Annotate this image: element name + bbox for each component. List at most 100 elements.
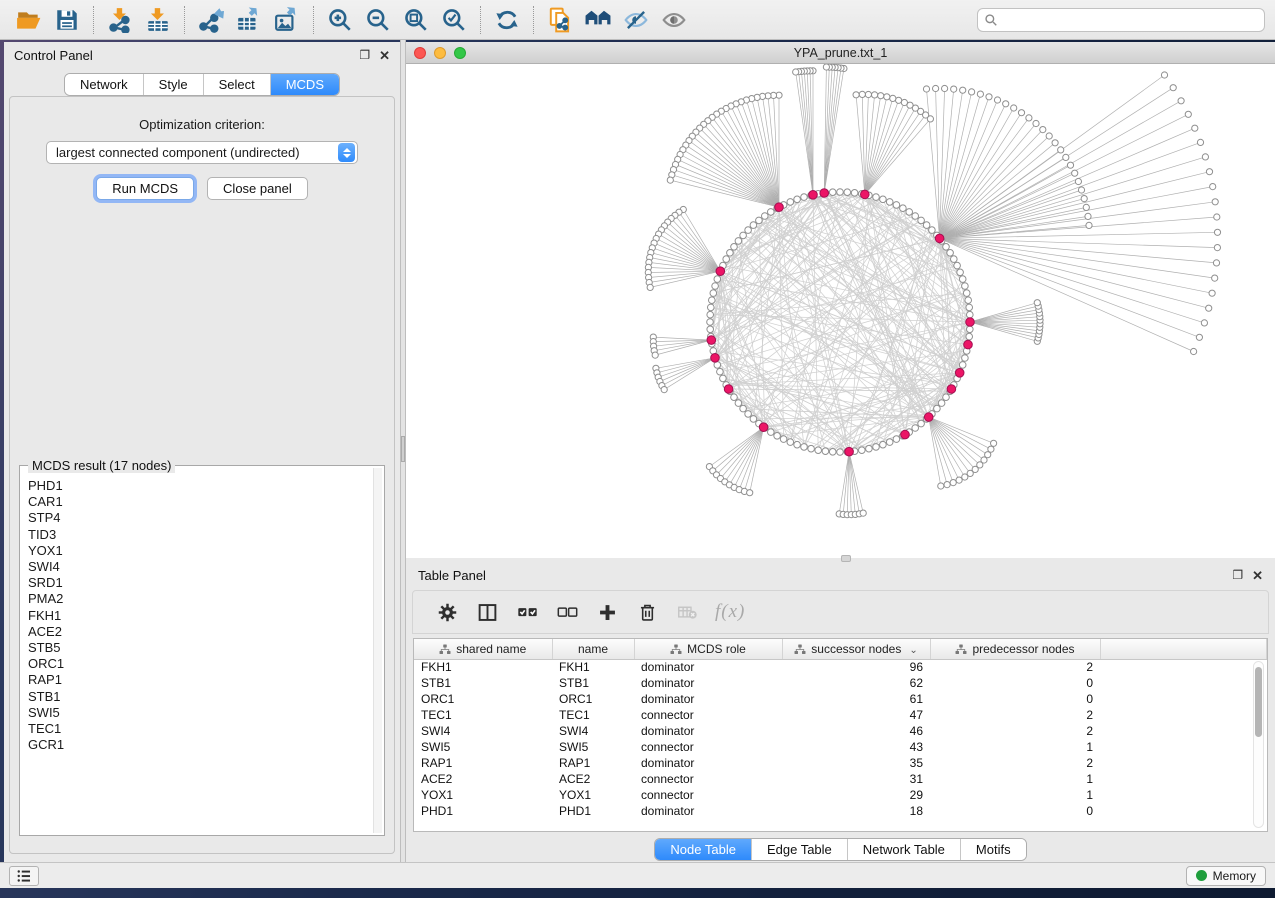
tab-network[interactable]: Network — [65, 74, 144, 95]
mcds-result-item[interactable]: GCR1 — [28, 737, 372, 753]
mcds-result-scrollbar[interactable] — [373, 468, 382, 833]
table-cell[interactable]: 35 — [782, 755, 930, 771]
tab-select[interactable]: Select — [204, 74, 271, 95]
zoom-fit-button[interactable] — [397, 3, 435, 37]
table-cell[interactable]: 61 — [782, 691, 930, 707]
table-cell[interactable]: 2 — [930, 707, 1100, 723]
horizontal-splitter-grip[interactable] — [841, 555, 851, 562]
table-cell[interactable]: STB1 — [552, 675, 634, 691]
first-neighbors-button[interactable] — [579, 3, 617, 37]
mcds-result-item[interactable]: YOX1 — [28, 543, 372, 559]
table-cell[interactable]: 31 — [782, 771, 930, 787]
split-panel-button[interactable] — [475, 600, 499, 624]
criterion-select[interactable]: largest connected component (undirected) — [46, 141, 358, 164]
mcds-result-item[interactable]: TID3 — [28, 527, 372, 543]
float-table-panel-icon[interactable]: ❐ — [1232, 569, 1243, 582]
table-cell[interactable]: 18 — [782, 803, 930, 819]
table-row[interactable]: SWI5SWI5connector431 — [414, 739, 1267, 755]
table-cell[interactable]: connector — [634, 707, 782, 723]
table-cell[interactable]: 2 — [930, 659, 1100, 675]
table-cell[interactable]: 1 — [930, 787, 1100, 803]
import-table-button[interactable] — [139, 3, 177, 37]
table-cell[interactable]: FKH1 — [552, 659, 634, 675]
tab-motifs[interactable]: Motifs — [961, 839, 1026, 860]
table-settings-button[interactable] — [435, 600, 459, 624]
network-view[interactable] — [406, 64, 1275, 558]
table-cell[interactable]: connector — [634, 771, 782, 787]
table-row[interactable]: RAP1RAP1dominator352 — [414, 755, 1267, 771]
task-history-button[interactable] — [9, 866, 39, 886]
table-row[interactable]: PHD1PHD1dominator180 — [414, 803, 1267, 819]
table-cell[interactable]: 0 — [930, 675, 1100, 691]
tab-node-table[interactable]: Node Table — [655, 839, 752, 860]
column-header-MCDS-role[interactable]: MCDS role — [634, 639, 782, 659]
close-table-panel-icon[interactable]: ✕ — [1252, 569, 1263, 582]
hide-selected-button[interactable] — [617, 3, 655, 37]
mcds-result-item[interactable]: ACE2 — [28, 624, 372, 640]
select-all-rows-button[interactable] — [515, 600, 539, 624]
export-image-button[interactable] — [268, 3, 306, 37]
add-column-button[interactable] — [595, 600, 619, 624]
table-cell[interactable]: 2 — [930, 723, 1100, 739]
table-cell[interactable]: 47 — [782, 707, 930, 723]
table-cell[interactable]: 43 — [782, 739, 930, 755]
column-header-predecessor-nodes[interactable]: predecessor nodes — [930, 639, 1100, 659]
search-box[interactable] — [977, 8, 1265, 32]
mcds-result-item[interactable]: STB1 — [28, 689, 372, 705]
table-row[interactable]: ACE2ACE2connector311 — [414, 771, 1267, 787]
close-panel-button[interactable]: Close panel — [207, 177, 308, 200]
run-mcds-button[interactable]: Run MCDS — [96, 177, 194, 200]
export-network-button[interactable] — [192, 3, 230, 37]
table-cell[interactable]: TEC1 — [414, 707, 552, 723]
table-cell[interactable]: dominator — [634, 803, 782, 819]
table-cell[interactable]: PHD1 — [414, 803, 552, 819]
tab-edge-table[interactable]: Edge Table — [752, 839, 848, 860]
mcds-result-item[interactable]: TEC1 — [28, 721, 372, 737]
table-cell[interactable]: STB1 — [414, 675, 552, 691]
mcds-result-item[interactable]: ORC1 — [28, 656, 372, 672]
table-cell[interactable]: RAP1 — [414, 755, 552, 771]
table-row[interactable]: TEC1TEC1connector472 — [414, 707, 1267, 723]
table-cell[interactable]: ORC1 — [414, 691, 552, 707]
table-cell[interactable]: 96 — [782, 659, 930, 675]
mcds-result-item[interactable]: SWI4 — [28, 559, 372, 575]
table-cell[interactable]: connector — [634, 739, 782, 755]
mcds-result-item[interactable]: CAR1 — [28, 494, 372, 510]
mcds-result-item[interactable]: STB5 — [28, 640, 372, 656]
table-cell[interactable]: 0 — [930, 803, 1100, 819]
zoom-selected-button[interactable] — [435, 3, 473, 37]
table-row[interactable]: SWI4SWI4dominator462 — [414, 723, 1267, 739]
table-cell[interactable]: PHD1 — [552, 803, 634, 819]
mcds-result-item[interactable]: RAP1 — [28, 672, 372, 688]
search-input[interactable] — [1002, 13, 1258, 27]
table-scrollbar-thumb[interactable] — [1255, 667, 1262, 737]
tab-style[interactable]: Style — [144, 74, 204, 95]
table-cell[interactable]: ACE2 — [552, 771, 634, 787]
delete-column-button[interactable] — [635, 600, 659, 624]
sort-chevron-icon[interactable]: ⌄ — [909, 645, 917, 656]
table-cell[interactable]: SWI5 — [414, 739, 552, 755]
table-cell[interactable]: TEC1 — [552, 707, 634, 723]
table-cell[interactable]: FKH1 — [414, 659, 552, 675]
splitter-grip[interactable] — [401, 436, 405, 462]
table-cell[interactable]: dominator — [634, 691, 782, 707]
tab-network-table[interactable]: Network Table — [848, 839, 961, 860]
apply-layout-button[interactable] — [488, 3, 526, 37]
mcds-result-item[interactable]: STP4 — [28, 510, 372, 526]
deselect-all-rows-button[interactable] — [555, 600, 579, 624]
table-row[interactable]: YOX1YOX1connector291 — [414, 787, 1267, 803]
mcds-result-item[interactable]: PMA2 — [28, 591, 372, 607]
table-cell[interactable]: 46 — [782, 723, 930, 739]
table-row[interactable]: FKH1FKH1dominator962 — [414, 659, 1267, 675]
zoom-out-button[interactable] — [359, 3, 397, 37]
table-cell[interactable]: dominator — [634, 659, 782, 675]
network-canvas-svg[interactable] — [406, 64, 1275, 558]
table-row[interactable]: ORC1ORC1dominator610 — [414, 691, 1267, 707]
mcds-result-item[interactable]: SRD1 — [28, 575, 372, 591]
table-cell[interactable]: dominator — [634, 755, 782, 771]
save-session-button[interactable] — [48, 3, 86, 37]
column-header-successor-nodes[interactable]: successor nodes⌄ — [782, 639, 930, 659]
import-network-button[interactable] — [101, 3, 139, 37]
table-cell[interactable]: 62 — [782, 675, 930, 691]
close-panel-icon[interactable]: ✕ — [379, 49, 390, 62]
